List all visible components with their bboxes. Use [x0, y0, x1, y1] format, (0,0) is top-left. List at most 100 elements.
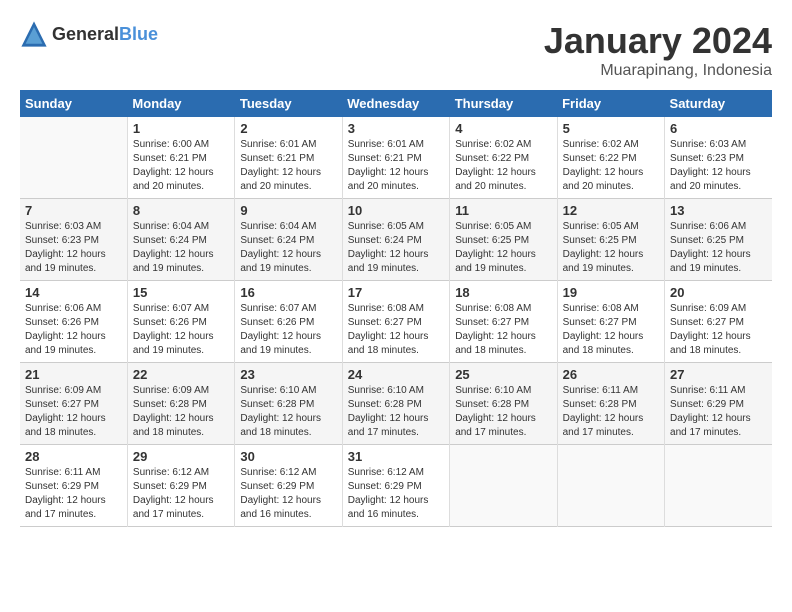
day-number: 27	[670, 367, 767, 382]
day-info: Sunrise: 6:12 AM Sunset: 6:29 PM Dayligh…	[133, 466, 229, 522]
day-cell: 25Sunrise: 6:10 AM Sunset: 6:28 PM Dayli…	[450, 363, 557, 445]
day-number: 12	[563, 203, 659, 218]
day-number: 11	[455, 203, 551, 218]
day-info: Sunrise: 6:11 AM Sunset: 6:29 PM Dayligh…	[25, 466, 122, 522]
day-cell	[450, 445, 557, 527]
calendar-table: Sunday Monday Tuesday Wednesday Thursday…	[20, 90, 772, 527]
day-number: 28	[25, 449, 122, 464]
day-cell: 3 Sunrise: 6:01 AM Sunset: 6:21 PM Daylig…	[342, 117, 449, 199]
day-number: 3	[348, 121, 444, 136]
week-row-4: 21Sunrise: 6:09 AM Sunset: 6:27 PM Dayli…	[20, 363, 772, 445]
day-number: 7	[25, 203, 122, 218]
day-cell: 29 Sunrise: 6:12 AM Sunset: 6:29 PM Dayli…	[127, 445, 234, 527]
week-row-5: 28 Sunrise: 6:11 AM Sunset: 6:29 PM Dayli…	[20, 445, 772, 527]
day-number: 25	[455, 367, 551, 382]
day-info: Sunrise: 6:05 AM Sunset: 6:24 PM Dayligh…	[348, 220, 444, 276]
day-cell: 7 Sunrise: 6:03 AM Sunset: 6:23 PM Daylig…	[20, 199, 127, 281]
day-number: 26	[563, 367, 659, 382]
day-info: Sunrise: 6:01 AM Sunset: 6:21 PM Dayligh…	[348, 138, 444, 194]
week-row-1: 1Sunrise: 6:00 AM Sunset: 6:21 PM Daylig…	[20, 117, 772, 199]
day-info: Sunrise: 6:03 AM Sunset: 6:23 PM Dayligh…	[670, 138, 767, 194]
day-number: 17	[348, 285, 444, 300]
day-info: Sunrise: 6:10 AM Sunset: 6:28 PM Dayligh…	[348, 384, 444, 440]
day-cell: 13 Sunrise: 6:06 AM Sunset: 6:25 PM Dayli…	[665, 199, 772, 281]
header-saturday: Saturday	[665, 90, 772, 117]
day-cell	[557, 445, 664, 527]
header-monday: Monday	[127, 90, 234, 117]
day-info: Sunrise: 6:11 AM Sunset: 6:29 PM Dayligh…	[670, 384, 767, 440]
day-info: Sunrise: 6:05 AM Sunset: 6:25 PM Dayligh…	[455, 220, 551, 276]
day-info: Sunrise: 6:04 AM Sunset: 6:24 PM Dayligh…	[240, 220, 336, 276]
day-info: Sunrise: 6:12 AM Sunset: 6:29 PM Dayligh…	[240, 466, 336, 522]
day-number: 21	[25, 367, 122, 382]
logo-text: GeneralBlue	[52, 24, 158, 45]
logo-blue: Blue	[119, 24, 158, 44]
day-info: Sunrise: 6:06 AM Sunset: 6:26 PM Dayligh…	[25, 302, 122, 358]
day-cell: 28 Sunrise: 6:11 AM Sunset: 6:29 PM Dayli…	[20, 445, 127, 527]
day-info: Sunrise: 6:03 AM Sunset: 6:23 PM Dayligh…	[25, 220, 122, 276]
weekday-header-row: Sunday Monday Tuesday Wednesday Thursday…	[20, 90, 772, 117]
day-number: 14	[25, 285, 122, 300]
week-row-2: 7 Sunrise: 6:03 AM Sunset: 6:23 PM Daylig…	[20, 199, 772, 281]
day-cell: 14 Sunrise: 6:06 AM Sunset: 6:26 PM Dayli…	[20, 281, 127, 363]
day-number: 16	[240, 285, 336, 300]
location: Muarapinang, Indonesia	[544, 62, 772, 80]
day-info: Sunrise: 6:08 AM Sunset: 6:27 PM Dayligh…	[455, 302, 551, 358]
day-number: 18	[455, 285, 551, 300]
day-cell: 18 Sunrise: 6:08 AM Sunset: 6:27 PM Dayli…	[450, 281, 557, 363]
day-cell: 31 Sunrise: 6:12 AM Sunset: 6:29 PM Dayli…	[342, 445, 449, 527]
header-wednesday: Wednesday	[342, 90, 449, 117]
day-info: Sunrise: 6:11 AM Sunset: 6:28 PM Dayligh…	[563, 384, 659, 440]
header-sunday: Sunday	[20, 90, 127, 117]
day-number: 29	[133, 449, 229, 464]
day-number: 2	[240, 121, 336, 136]
day-cell: 15Sunrise: 6:07 AM Sunset: 6:26 PM Dayli…	[127, 281, 234, 363]
day-info: Sunrise: 6:10 AM Sunset: 6:28 PM Dayligh…	[240, 384, 336, 440]
logo-general: General	[52, 24, 119, 44]
day-number: 4	[455, 121, 551, 136]
week-row-3: 14 Sunrise: 6:06 AM Sunset: 6:26 PM Dayli…	[20, 281, 772, 363]
day-number: 30	[240, 449, 336, 464]
day-number: 6	[670, 121, 767, 136]
header-thursday: Thursday	[450, 90, 557, 117]
day-cell: 8 Sunrise: 6:04 AM Sunset: 6:24 PM Daylig…	[127, 199, 234, 281]
day-cell: 21Sunrise: 6:09 AM Sunset: 6:27 PM Dayli…	[20, 363, 127, 445]
page-header: GeneralBlue January 2024 Muarapinang, In…	[20, 20, 772, 80]
day-cell: 4Sunrise: 6:02 AM Sunset: 6:22 PM Daylig…	[450, 117, 557, 199]
day-cell: 6 Sunrise: 6:03 AM Sunset: 6:23 PM Daylig…	[665, 117, 772, 199]
day-cell: 27 Sunrise: 6:11 AM Sunset: 6:29 PM Dayli…	[665, 363, 772, 445]
day-info: Sunrise: 6:09 AM Sunset: 6:28 PM Dayligh…	[133, 384, 229, 440]
day-number: 15	[133, 285, 229, 300]
generalblue-icon	[20, 20, 48, 48]
day-cell: 23Sunrise: 6:10 AM Sunset: 6:28 PM Dayli…	[235, 363, 342, 445]
day-cell: 17 Sunrise: 6:08 AM Sunset: 6:27 PM Dayli…	[342, 281, 449, 363]
day-info: Sunrise: 6:12 AM Sunset: 6:29 PM Dayligh…	[348, 466, 444, 522]
day-number: 31	[348, 449, 444, 464]
day-number: 13	[670, 203, 767, 218]
title-block: January 2024 Muarapinang, Indonesia	[544, 20, 772, 80]
day-number: 8	[133, 203, 229, 218]
day-cell: 1Sunrise: 6:00 AM Sunset: 6:21 PM Daylig…	[127, 117, 234, 199]
day-info: Sunrise: 6:08 AM Sunset: 6:27 PM Dayligh…	[563, 302, 659, 358]
header-tuesday: Tuesday	[235, 90, 342, 117]
day-cell: 10 Sunrise: 6:05 AM Sunset: 6:24 PM Dayli…	[342, 199, 449, 281]
header-friday: Friday	[557, 90, 664, 117]
day-number: 10	[348, 203, 444, 218]
day-cell: 22Sunrise: 6:09 AM Sunset: 6:28 PM Dayli…	[127, 363, 234, 445]
day-cell: 11 Sunrise: 6:05 AM Sunset: 6:25 PM Dayli…	[450, 199, 557, 281]
logo: GeneralBlue	[20, 20, 158, 48]
day-info: Sunrise: 6:05 AM Sunset: 6:25 PM Dayligh…	[563, 220, 659, 276]
day-info: Sunrise: 6:04 AM Sunset: 6:24 PM Dayligh…	[133, 220, 229, 276]
day-cell: 2 Sunrise: 6:01 AM Sunset: 6:21 PM Daylig…	[235, 117, 342, 199]
day-cell: 24 Sunrise: 6:10 AM Sunset: 6:28 PM Dayli…	[342, 363, 449, 445]
day-cell	[665, 445, 772, 527]
day-number: 24	[348, 367, 444, 382]
day-number: 5	[563, 121, 659, 136]
day-info: Sunrise: 6:01 AM Sunset: 6:21 PM Dayligh…	[240, 138, 336, 194]
day-info: Sunrise: 6:06 AM Sunset: 6:25 PM Dayligh…	[670, 220, 767, 276]
day-cell: 26 Sunrise: 6:11 AM Sunset: 6:28 PM Dayli…	[557, 363, 664, 445]
day-number: 1	[133, 121, 229, 136]
day-info: Sunrise: 6:08 AM Sunset: 6:27 PM Dayligh…	[348, 302, 444, 358]
day-info: Sunrise: 6:09 AM Sunset: 6:27 PM Dayligh…	[670, 302, 767, 358]
day-cell: 12 Sunrise: 6:05 AM Sunset: 6:25 PM Dayli…	[557, 199, 664, 281]
